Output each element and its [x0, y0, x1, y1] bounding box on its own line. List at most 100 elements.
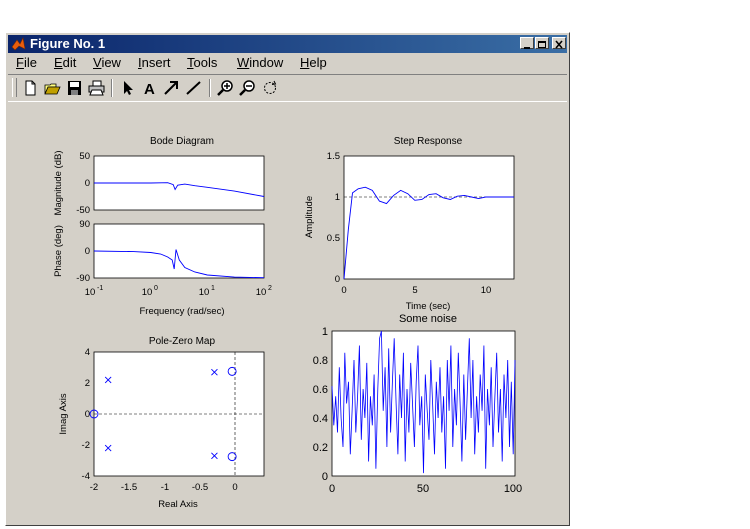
step-xlabel: Time (sec): [406, 301, 451, 312]
pz-xtick: 0: [232, 482, 237, 493]
bode-mag-ytick: 0: [85, 178, 90, 189]
menu-insert[interactable]: Insert: [138, 55, 171, 70]
save-icon: [68, 81, 81, 95]
toolbar-separator: [209, 79, 211, 97]
zoom-out-icon: [239, 80, 255, 96]
figure-canvas: Bode Diagram 50 0 -50 Magnitude (dB) 90 …: [53, 136, 522, 510]
menu-window[interactable]: Window: [237, 55, 283, 70]
rotate-button[interactable]: [260, 79, 279, 97]
new-file-icon: [25, 80, 36, 96]
pole-zero-map: Pole-Zero Map 4 2 0 -2 -4 -2 -1.5 -1 -0.…: [58, 336, 265, 510]
bode-mag-ytick: 50: [79, 151, 90, 162]
title-bar[interactable]: Figure No. 1: [8, 35, 567, 53]
bode-phase-plot: 90 0 -90 Phase (deg) 10 -1 10 0 10 1 10 2 Fr…: [53, 219, 272, 317]
pz-ytick: 0: [85, 409, 90, 420]
close-icon: [555, 40, 563, 49]
noise-ytick: 0.6: [313, 384, 328, 396]
svg-text:1: 1: [211, 285, 215, 292]
bode-title: Bode Diagram: [150, 136, 214, 147]
zoom-in-icon: [217, 80, 233, 96]
save-button[interactable]: [65, 79, 84, 97]
print-button[interactable]: [87, 79, 106, 97]
insert-arrow-button[interactable]: [162, 79, 181, 97]
close-button[interactable]: [552, 37, 566, 49]
insert-arrow-icon: [164, 81, 178, 95]
insert-text-button[interactable]: A: [140, 79, 159, 97]
new-figure-button[interactable]: [21, 79, 40, 97]
pz-xtick: -1: [161, 482, 169, 493]
insert-line-icon: [186, 81, 201, 95]
noise-ytick: 0.4: [313, 413, 328, 425]
zoom-in-button[interactable]: [216, 79, 235, 97]
pz-xlabel: Real Axis: [158, 499, 198, 510]
svg-text:2: 2: [268, 285, 272, 292]
menu-help[interactable]: Help: [300, 55, 327, 70]
toolbar-grip[interactable]: [12, 78, 17, 97]
bode-mag-ytick: -50: [76, 205, 90, 216]
menu-file[interactable]: File: [16, 55, 37, 70]
step-xtick: 10: [481, 285, 492, 296]
step-xtick: 5: [412, 285, 417, 296]
step-title: Step Response: [394, 136, 463, 147]
bode-xtick: 10 -1: [85, 285, 104, 298]
bode-xtick: 10 0: [142, 285, 158, 298]
insert-text-icon: A: [144, 81, 155, 97]
figure-toolbar: A: [8, 74, 567, 102]
step-ytick: 1.5: [327, 151, 340, 162]
step-response-plot: Step Response 1.5 1 0.5 0 0 5 10 Time (s…: [304, 136, 515, 312]
pz-xtick: -0.5: [192, 482, 208, 493]
bode-xtick: 10 1: [199, 285, 215, 298]
svg-text:10: 10: [199, 287, 210, 298]
noise-plot: Some noise 1 0.8 0.6 0.4 0.2 0 0 50 100: [313, 313, 522, 495]
svg-text:10: 10: [142, 287, 153, 298]
toolbar-separator: [111, 79, 113, 97]
pz-ylabel: Imag Axis: [58, 393, 69, 434]
minimize-button[interactable]: [520, 37, 534, 49]
window-title: Figure No. 1: [30, 36, 106, 51]
noise-xtick: 100: [504, 483, 522, 495]
step-ytick: 0: [335, 274, 340, 285]
noise-xtick: 50: [417, 483, 429, 495]
svg-text:10: 10: [256, 287, 267, 298]
pz-ytick: 2: [85, 378, 90, 389]
menu-bar: File Edit View Insert Tools Window Help: [8, 54, 567, 72]
bode-xtick: 10 2: [256, 285, 272, 298]
svg-text:10: 10: [85, 287, 96, 298]
noise-ytick: 0.2: [313, 442, 328, 454]
pz-ytick: 4: [85, 347, 90, 358]
svg-text:0: 0: [154, 285, 158, 292]
zoom-out-button[interactable]: [238, 79, 257, 97]
insert-line-button[interactable]: [184, 79, 203, 97]
noise-ytick: 0: [322, 471, 328, 483]
menu-tools[interactable]: Tools: [187, 55, 217, 70]
noise-title: Some noise: [399, 313, 457, 325]
svg-text:A: A: [144, 81, 155, 97]
bode-phase-ytick: 90: [79, 219, 90, 230]
step-ytick: 0.5: [327, 233, 340, 244]
pz-ytick: -4: [82, 471, 90, 482]
step-axes: [343, 155, 515, 280]
open-file-button[interactable]: [43, 79, 62, 97]
step-xtick: 0: [341, 285, 346, 296]
noise-ytick: 1: [322, 326, 328, 338]
open-folder-icon: [44, 83, 61, 95]
print-icon: [88, 80, 105, 96]
bode-mag-ylabel: Magnitude (dB): [53, 151, 64, 216]
noise-xtick: 0: [329, 483, 335, 495]
bode-magnitude-plot: Bode Diagram 50 0 -50 Magnitude (dB): [53, 136, 265, 216]
bode-phase-ytick: 0: [85, 246, 90, 257]
select-arrow-icon: [124, 81, 133, 95]
figure-window: Figure No. 1 File Edit View Insert Tools…: [5, 32, 570, 526]
select-button[interactable]: [118, 79, 137, 97]
pz-title: Pole-Zero Map: [149, 336, 216, 347]
menu-edit[interactable]: Edit: [54, 55, 76, 70]
maximize-icon: [538, 41, 546, 48]
minimize-icon: [524, 47, 530, 49]
rotate-icon: [264, 80, 277, 94]
bode-phase-ytick: -90: [76, 273, 90, 284]
maximize-button[interactable]: [535, 37, 549, 49]
pz-ytick: -2: [82, 440, 90, 451]
menu-view[interactable]: View: [93, 55, 121, 70]
step-ytick: 1: [335, 192, 340, 203]
step-ylabel: Amplitude: [304, 196, 315, 238]
